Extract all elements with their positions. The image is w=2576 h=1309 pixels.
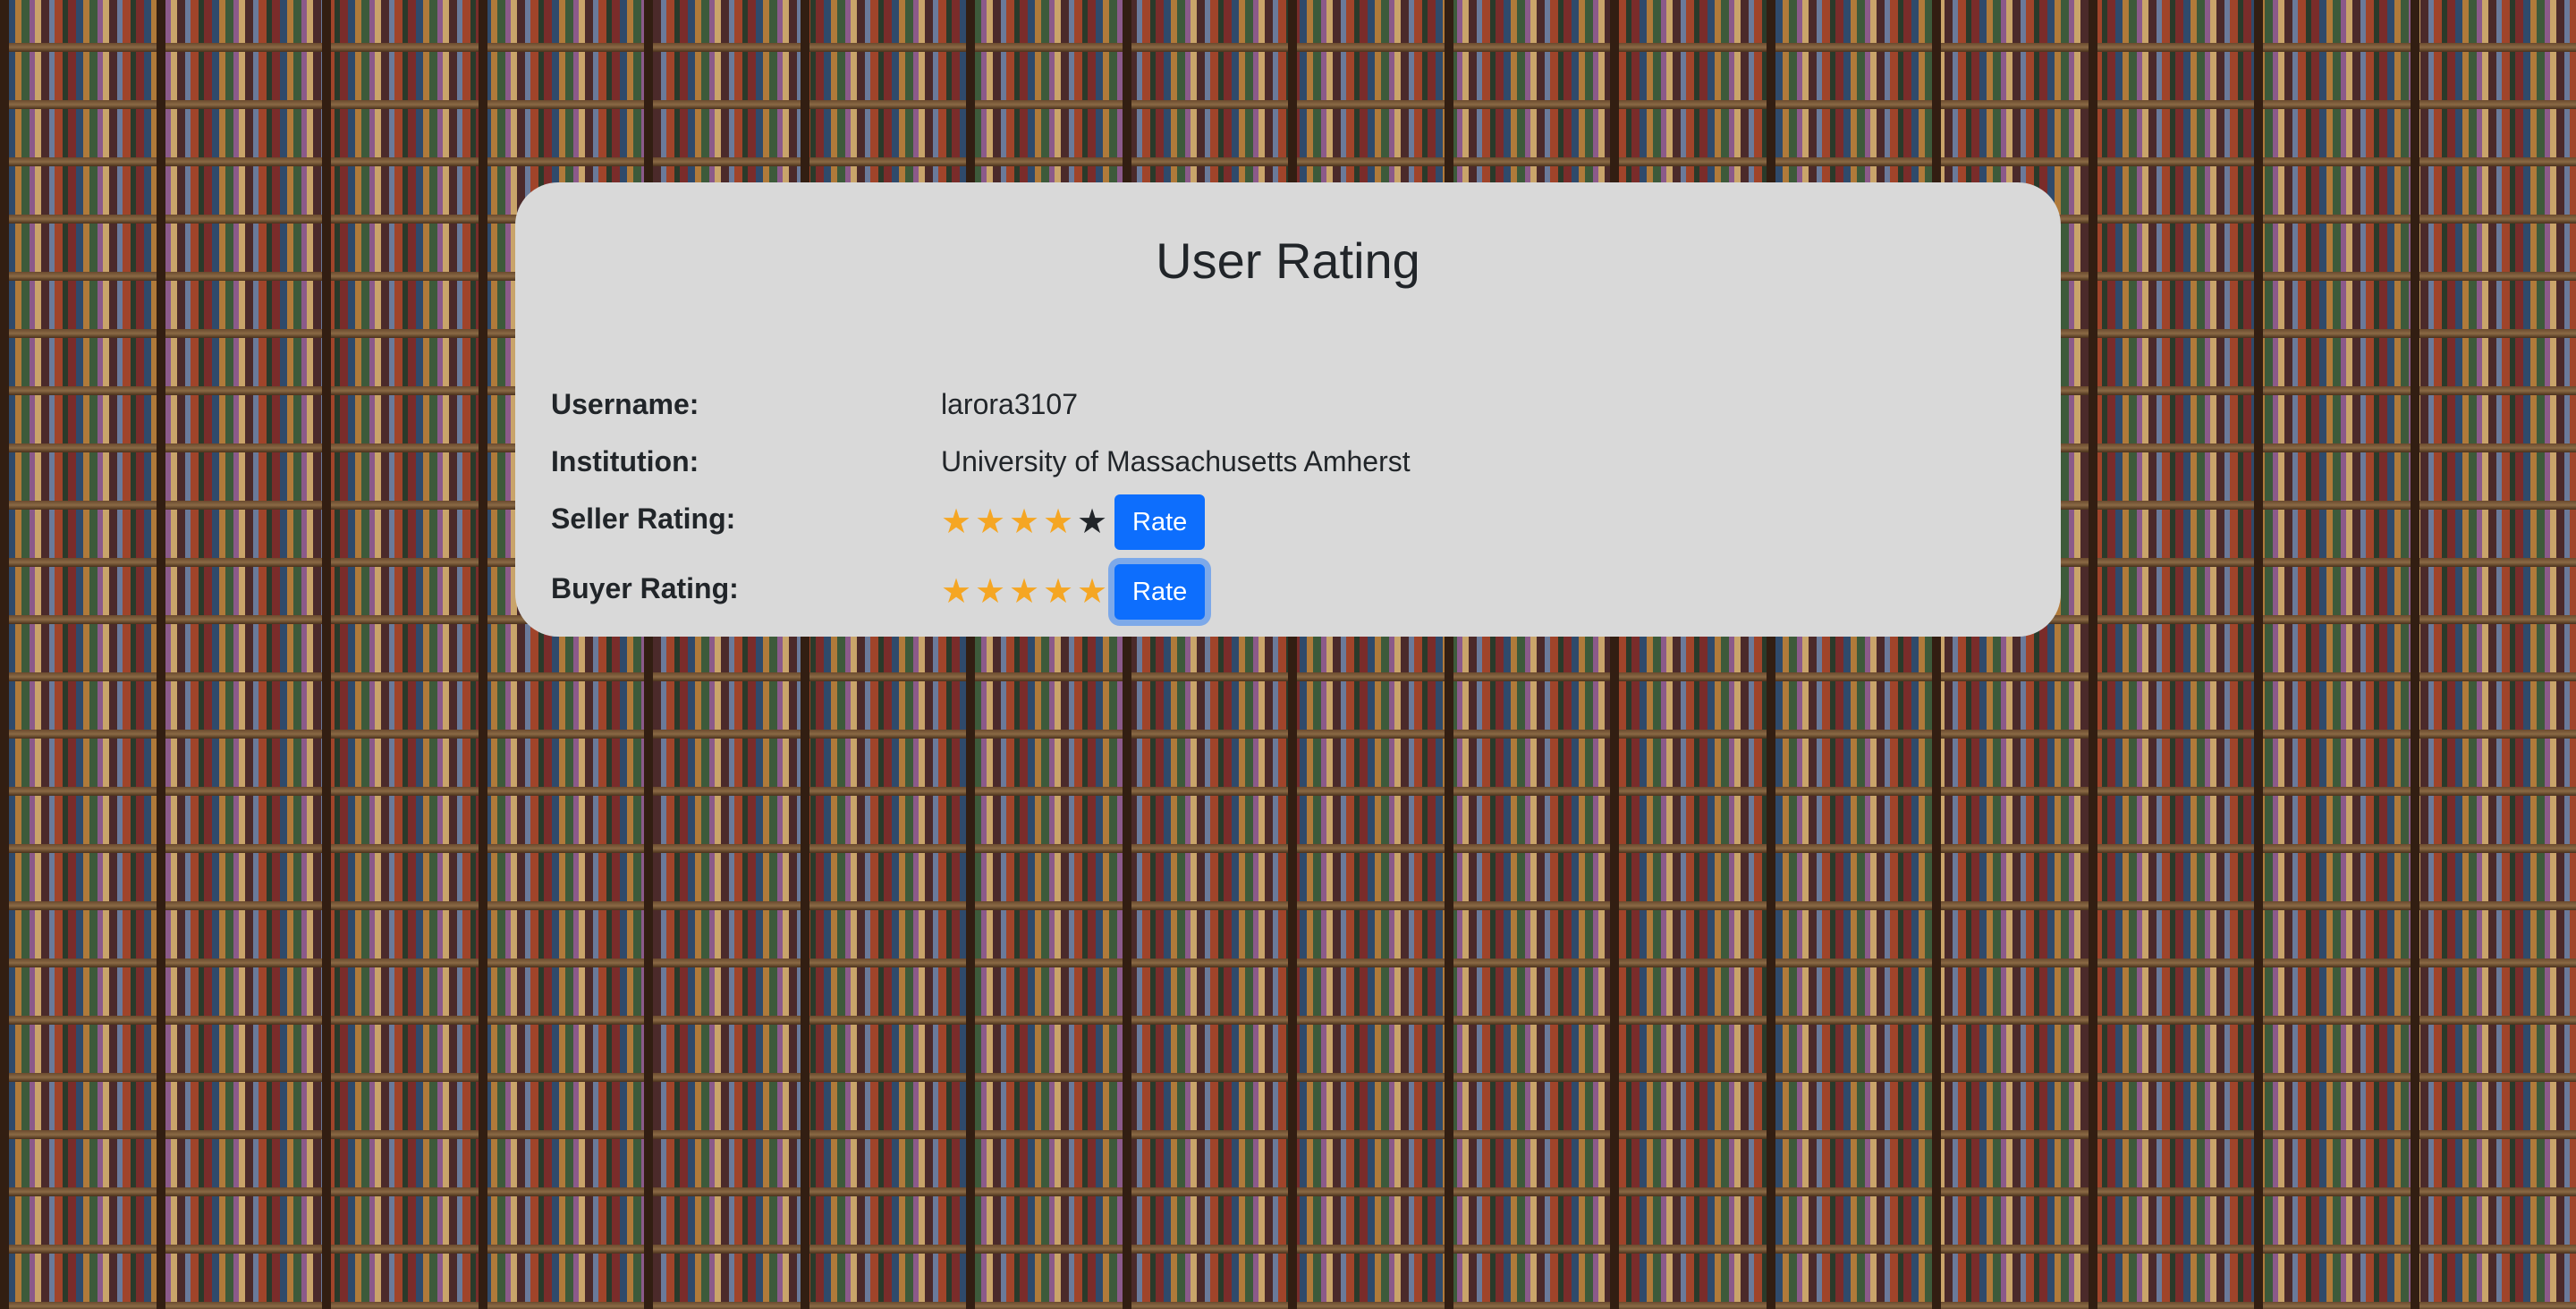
star-icon: ★	[1043, 503, 1074, 541]
buyer-rating-stars: ★ ★ ★ ★ ★	[941, 575, 1107, 609]
page-background: { "card": { "title": "User Rating" }, "f…	[0, 0, 2576, 1309]
institution-value: University of Massachusetts Amherst	[941, 444, 1411, 477]
star-icon: ★	[1009, 573, 1040, 611]
username-value: larora3107	[941, 387, 1078, 420]
buyer-rating-row: Buyer Rating: ★ ★ ★ ★ ★ Rate	[551, 563, 2025, 621]
star-icon: ★	[941, 503, 972, 541]
seller-rating-stars: ★ ★ ★ ★ ★	[941, 505, 1107, 539]
seller-rate-button[interactable]: Rate	[1114, 494, 1206, 550]
star-icon: ★	[1077, 503, 1108, 541]
star-icon: ★	[975, 573, 1006, 611]
star-icon: ★	[1077, 573, 1108, 611]
star-icon: ★	[1009, 503, 1040, 541]
star-icon: ★	[1043, 573, 1074, 611]
user-rating-card: User Rating Username: larora3107 Institu…	[515, 182, 2061, 637]
institution-row: Institution: University of Massachusetts…	[551, 433, 2025, 490]
institution-label: Institution:	[551, 444, 699, 477]
page-title: User Rating	[1156, 232, 1420, 289]
star-icon: ★	[941, 573, 972, 611]
buyer-rate-button[interactable]: Rate	[1114, 564, 1206, 620]
username-row: Username: larora3107	[551, 376, 2025, 433]
username-label: Username:	[551, 387, 699, 420]
buyer-rating-label: Buyer Rating:	[551, 571, 739, 604]
star-icon: ★	[975, 503, 1006, 541]
seller-rating-row: Seller Rating: ★ ★ ★ ★ ★ Rate	[551, 494, 2025, 551]
seller-rating-label: Seller Rating:	[551, 502, 736, 535]
